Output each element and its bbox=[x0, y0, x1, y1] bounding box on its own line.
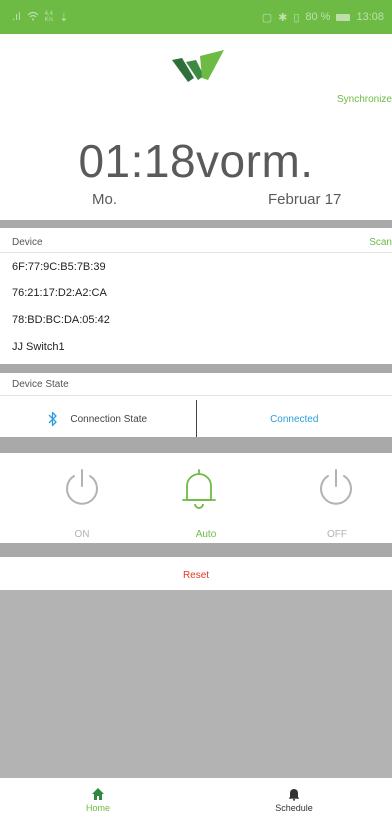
divider bbox=[0, 395, 392, 396]
device-list-item[interactable]: JJ Switch1 bbox=[12, 341, 65, 353]
clock-time: 01:18vorm. bbox=[78, 135, 314, 187]
connection-state-value: Connected bbox=[270, 413, 319, 425]
nav-schedule-label: Schedule bbox=[275, 803, 313, 813]
scan-button[interactable]: Scan bbox=[369, 237, 392, 248]
on-label[interactable]: ON bbox=[42, 529, 122, 540]
power-on-icon[interactable] bbox=[62, 466, 102, 510]
bell-icon bbox=[289, 789, 299, 801]
device-list-item[interactable]: 6F:77:9C:B5:7B:39 bbox=[12, 261, 106, 273]
device-section-label: Device bbox=[12, 237, 43, 248]
nav-home-label: Home bbox=[85, 803, 110, 813]
status-bar: .ıl 4,4 K/s ⇣ ▢ ✱ ▯ 80 % 13:08 bbox=[0, 0, 392, 34]
battery-percent: 80 % bbox=[305, 11, 331, 23]
synchronize-button[interactable]: Synchronize bbox=[337, 94, 392, 105]
connection-state-row: Connection State Connected bbox=[0, 400, 392, 438]
home-icon bbox=[92, 788, 104, 800]
data-rate: 4,4 K/s bbox=[45, 11, 54, 23]
nav-home[interactable]: Home bbox=[0, 778, 196, 822]
connection-state-cell: Connection State bbox=[0, 400, 197, 438]
nav-schedule[interactable]: Schedule bbox=[196, 778, 392, 822]
connection-state-value-cell: Connected bbox=[197, 400, 392, 438]
vibrate-icon: ▯ bbox=[293, 11, 300, 24]
section-divider bbox=[0, 543, 392, 557]
battery-icon bbox=[336, 13, 351, 21]
auto-label[interactable]: Auto bbox=[166, 529, 246, 540]
nfc-icon: ▢ bbox=[261, 11, 273, 24]
wifi-icon bbox=[27, 11, 39, 24]
bottom-navigation: Home Schedule bbox=[0, 778, 392, 822]
download-icon: ⇣ bbox=[59, 11, 69, 24]
section-divider bbox=[0, 437, 392, 453]
bell-auto-icon[interactable] bbox=[179, 466, 219, 510]
content-placeholder bbox=[0, 590, 392, 778]
connection-state-label: Connection State bbox=[70, 413, 148, 425]
bluetooth-status-icon: ✱ bbox=[278, 11, 288, 24]
divider bbox=[0, 252, 392, 253]
reset-button[interactable]: Reset bbox=[0, 570, 392, 581]
device-state-label: Device State bbox=[12, 379, 69, 390]
section-divider bbox=[0, 364, 392, 373]
status-time: 13:08 bbox=[356, 11, 384, 23]
off-label[interactable]: OFF bbox=[297, 529, 377, 540]
bluetooth-icon bbox=[48, 411, 58, 427]
app-logo bbox=[172, 50, 224, 82]
device-list-item[interactable]: 76:21:17:D2:A2:CA bbox=[12, 287, 107, 299]
section-divider bbox=[0, 220, 392, 228]
signal-icon: .ıl bbox=[12, 11, 21, 23]
data-rate-unit: K/s bbox=[44, 17, 54, 23]
clock-date: Februar 17 bbox=[268, 191, 342, 208]
device-list-item[interactable]: 78:BD:BC:DA:05:42 bbox=[12, 314, 110, 326]
clock-weekday: Mo. bbox=[92, 191, 118, 208]
status-bar-left: .ıl 4,4 K/s ⇣ bbox=[12, 11, 68, 24]
status-bar-right: ▢ ✱ ▯ 80 % 13:08 bbox=[262, 11, 384, 24]
power-off-icon[interactable] bbox=[316, 466, 356, 510]
